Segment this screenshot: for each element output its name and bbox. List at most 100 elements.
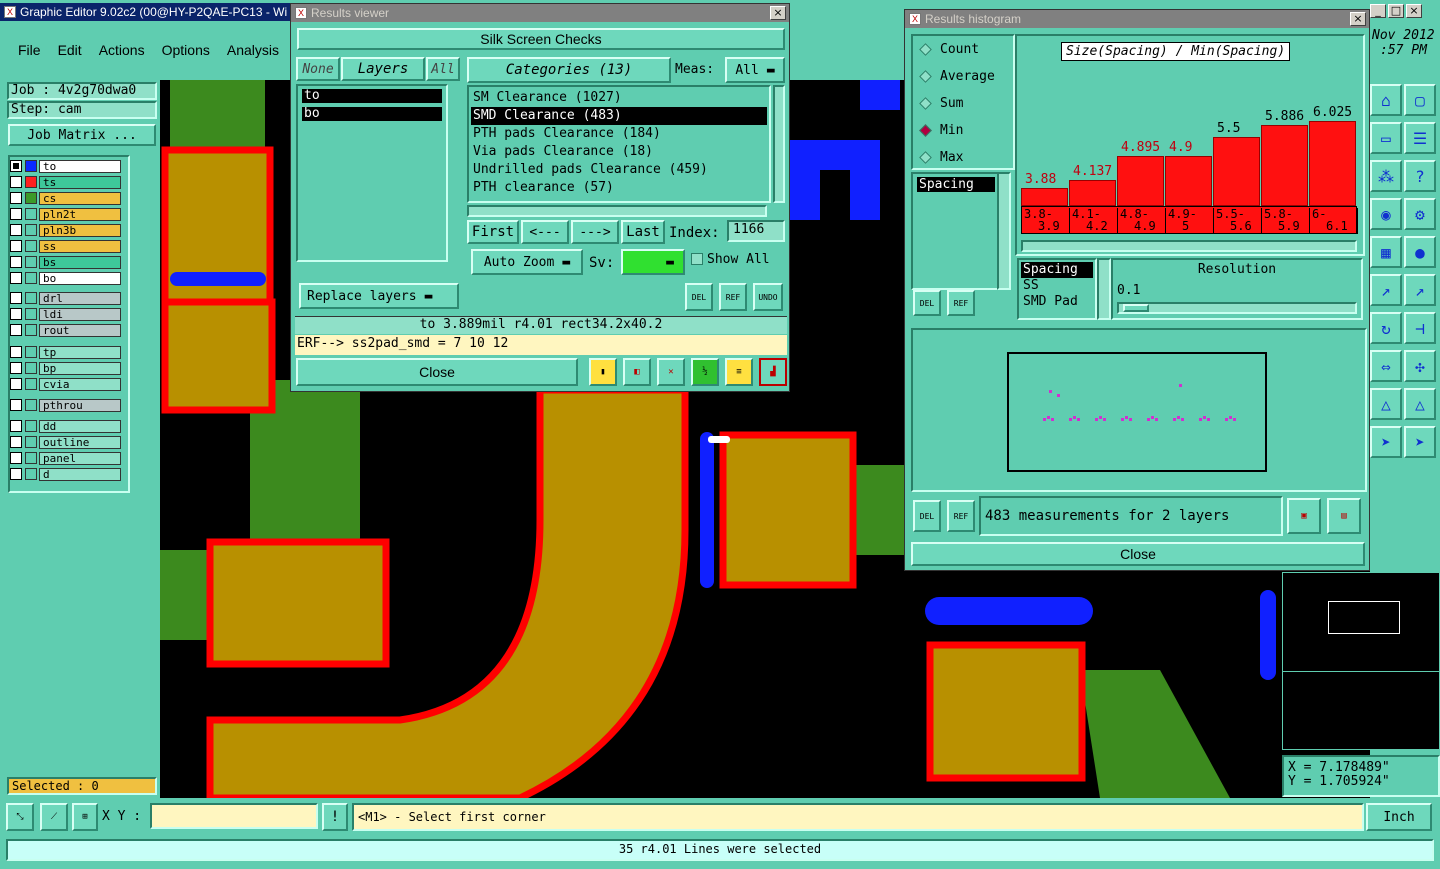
layer-name[interactable]: rout	[39, 323, 121, 337]
xy-input[interactable]	[150, 803, 318, 829]
mode-radio[interactable]	[919, 70, 932, 83]
layer-checkbox[interactable]	[10, 436, 22, 448]
layer-name[interactable]: panel	[39, 451, 121, 465]
first-button[interactable]: First	[467, 220, 519, 244]
layer-checkbox[interactable]	[10, 240, 22, 252]
histogram-icon[interactable]: ▟	[759, 358, 787, 386]
tool-button[interactable]: ⚙	[1404, 198, 1436, 230]
layer-name[interactable]: pthrou	[39, 398, 121, 412]
layer-row-bp[interactable]: bp	[10, 361, 121, 375]
layer-row-ldi[interactable]: ldi	[10, 307, 121, 321]
histogram-bar[interactable]	[1069, 179, 1116, 206]
categories-button[interactable]: Categories (13)	[467, 57, 671, 83]
preview-del-icon[interactable]: DEL	[913, 500, 941, 532]
last-button[interactable]: Last	[621, 220, 665, 244]
menu-file[interactable]: File	[18, 42, 41, 58]
layer-name[interactable]: ldi	[39, 307, 121, 321]
resolution-slider-thumb[interactable]	[1123, 304, 1149, 312]
histogram-bar[interactable]	[1021, 187, 1068, 206]
layer-name[interactable]: bp	[39, 361, 121, 375]
tool-button[interactable]: ✣	[1404, 350, 1436, 382]
layer-checkbox[interactable]	[10, 176, 22, 188]
tool-button[interactable]: △	[1370, 388, 1402, 420]
tool-button[interactable]: ▭	[1370, 122, 1402, 154]
hist-ref-icon[interactable]: REF	[947, 290, 975, 316]
layer-row-pthrou[interactable]: pthrou	[10, 398, 121, 412]
result-layer-item[interactable]: to	[302, 89, 442, 103]
result-layer-list[interactable]: to bo	[296, 84, 448, 262]
layer-row-outline[interactable]: outline	[10, 435, 121, 449]
del-icon[interactable]: DEL	[685, 283, 713, 311]
mode-radio[interactable]	[919, 151, 932, 164]
attr-scrollbar[interactable]	[1097, 258, 1111, 320]
layer-checkbox[interactable]	[10, 208, 22, 220]
mode-radio[interactable]	[919, 43, 932, 56]
tool-button[interactable]: ↗	[1404, 274, 1436, 306]
mode-radio[interactable]	[919, 124, 932, 137]
undo-icon[interactable]: UNDO	[753, 283, 783, 311]
layer-checkbox[interactable]	[10, 224, 22, 236]
attr-item[interactable]: Spacing	[1021, 262, 1093, 278]
results-close-button[interactable]: Close	[296, 358, 578, 386]
layer-row-bs[interactable]: bs	[10, 255, 121, 269]
mode-radio[interactable]	[919, 97, 932, 110]
param-item[interactable]: Spacing	[917, 177, 995, 192]
tool-button[interactable]: ?	[1404, 160, 1436, 192]
histogram-bar[interactable]	[1213, 137, 1260, 206]
meas-select[interactable]: All ▬	[725, 57, 785, 83]
menu-edit[interactable]: Edit	[58, 42, 82, 58]
grid-icon[interactable]: ⊞	[72, 803, 98, 831]
attr-list[interactable]: Spacing SS SMD Pad	[1017, 258, 1097, 320]
layers-none-button[interactable]: None	[296, 57, 340, 81]
layer-checkbox[interactable]	[10, 378, 22, 390]
maximize-button[interactable]: □	[1388, 4, 1404, 18]
param-list[interactable]: Spacing	[911, 172, 1001, 290]
layer-name[interactable]: drl	[39, 291, 121, 305]
auto-zoom-button[interactable]: Auto Zoom ▬	[471, 249, 583, 275]
navigator-viewport[interactable]	[1328, 601, 1400, 634]
layer-name[interactable]: d	[39, 467, 121, 481]
tool-button[interactable]: ▦	[1370, 236, 1402, 268]
tool-button[interactable]: ⁂	[1370, 160, 1402, 192]
layer-name[interactable]: bs	[39, 255, 121, 269]
layer-row-cs[interactable]: cs	[10, 191, 121, 205]
minimize-button[interactable]: _	[1370, 4, 1386, 18]
next-button[interactable]: --->	[571, 220, 619, 244]
menu-analysis[interactable]: Analysis	[227, 42, 279, 58]
tool-button[interactable]: ⊣	[1404, 312, 1436, 344]
close-window-button[interactable]: ×	[1406, 4, 1422, 18]
chart-hscroll[interactable]	[1021, 240, 1357, 252]
layer-row-dd[interactable]: dd	[10, 419, 121, 433]
histogram-bar[interactable]	[1261, 125, 1308, 206]
layer-checkbox[interactable]	[10, 160, 22, 172]
resolution-slider[interactable]	[1117, 302, 1357, 314]
layer-row-drl[interactable]: drl	[10, 291, 121, 305]
zoom-fit-icon[interactable]: ▣	[1287, 498, 1321, 534]
layer-row-tp[interactable]: tp	[10, 345, 121, 359]
layer-row-d[interactable]: d	[10, 467, 121, 481]
category-item[interactable]: Undrilled pads Clearance (459)	[471, 161, 767, 179]
histogram-close-x[interactable]: ×	[1350, 12, 1366, 26]
layer-checkbox[interactable]	[10, 362, 22, 374]
layer-checkbox[interactable]	[10, 399, 22, 411]
histogram-bar[interactable]	[1309, 120, 1356, 206]
tool-button[interactable]: △	[1404, 388, 1436, 420]
tool-button[interactable]: ◉	[1370, 198, 1402, 230]
sv-color-select[interactable]: ▬	[621, 249, 685, 275]
menu-options[interactable]: Options	[162, 42, 210, 58]
ref-delete-icon[interactable]: ✕	[657, 358, 685, 386]
layer-name[interactable]: cvia	[39, 377, 121, 391]
snap-icon[interactable]: ⤡	[6, 803, 34, 831]
tool-button[interactable]: ↗	[1370, 274, 1402, 306]
layer-checkbox[interactable]	[10, 420, 22, 432]
layer-checkbox[interactable]	[10, 292, 22, 304]
info-icon[interactable]: !	[322, 803, 348, 831]
mode-min[interactable]: Min	[913, 117, 1013, 144]
histogram-bar[interactable]	[1165, 156, 1212, 206]
tool-button[interactable]: ⇔	[1370, 350, 1402, 382]
layer-checkbox[interactable]	[10, 324, 22, 336]
layer-name[interactable]: to	[39, 159, 121, 173]
layer-name[interactable]: ts	[39, 175, 121, 189]
layer-row-cvia[interactable]: cvia	[10, 377, 121, 391]
index-input[interactable]: 1166	[727, 220, 785, 242]
